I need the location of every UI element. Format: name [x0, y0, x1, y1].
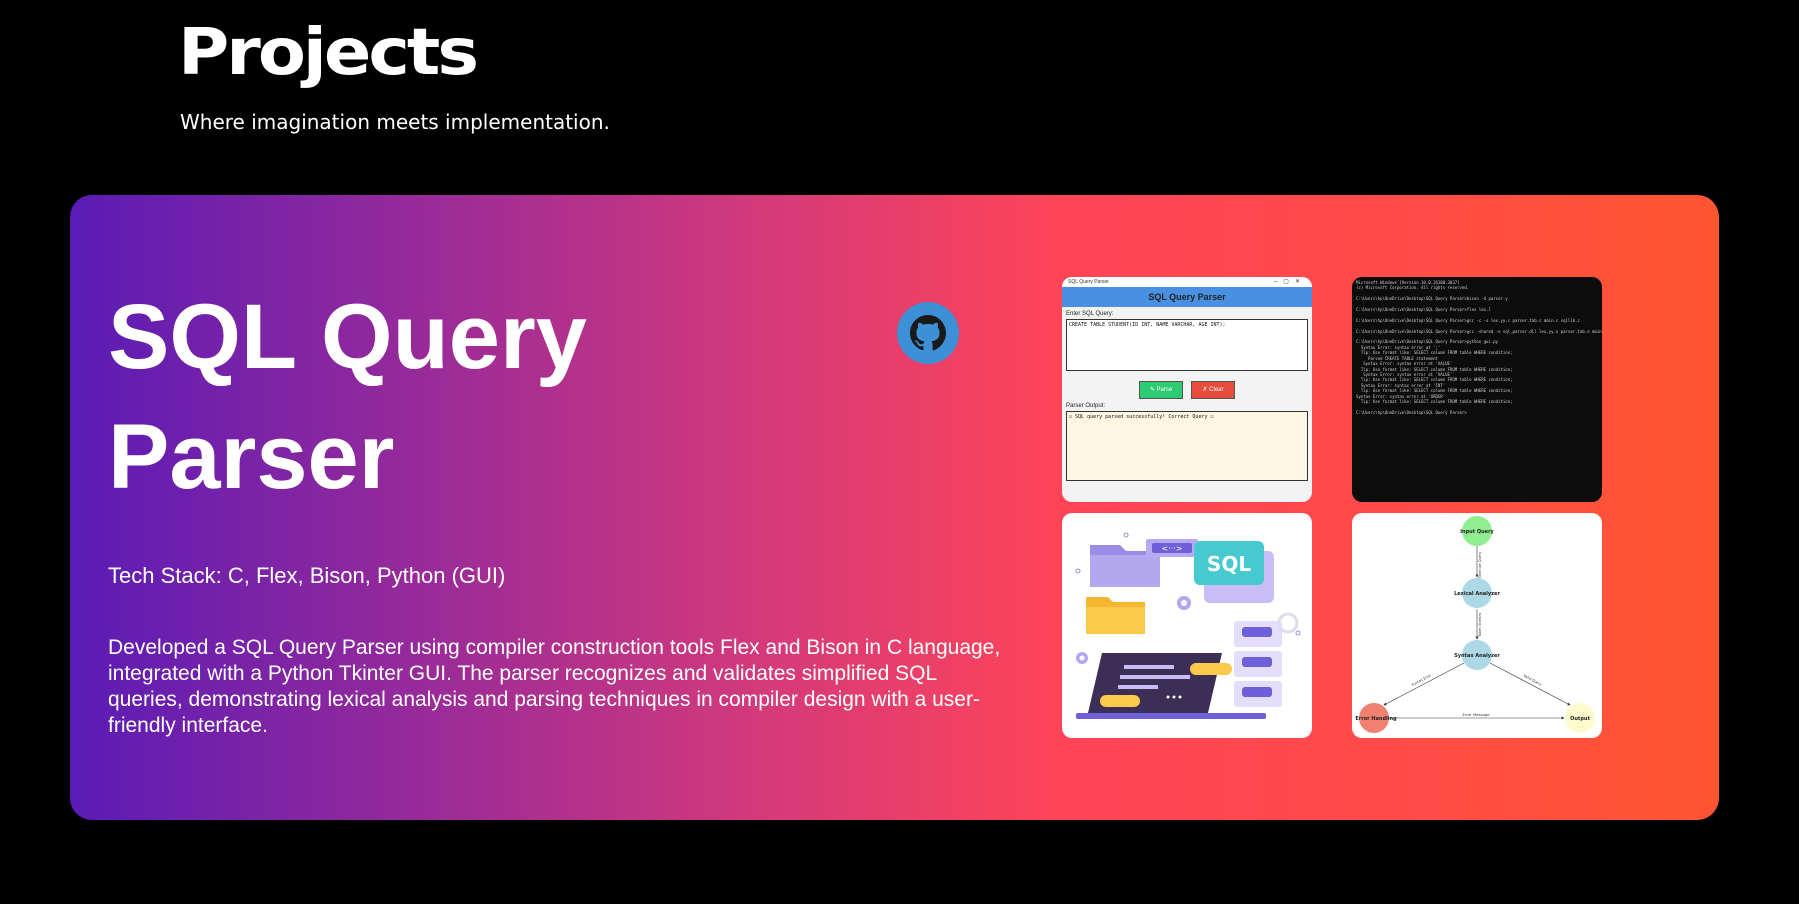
- decor-dot: [1178, 695, 1182, 699]
- server-panel: [1242, 657, 1272, 667]
- server-panel: [1242, 687, 1272, 697]
- node-label-output: Output: [1570, 716, 1590, 722]
- gear-icon-hole: [1181, 600, 1187, 606]
- gui-output-label: Parser Output:: [1066, 403, 1106, 409]
- progress-pill: [1100, 695, 1140, 707]
- gui-clear-button: ✗ Clear: [1191, 381, 1235, 399]
- gui-button-row: ✎ Parse ✗ Clear: [1062, 381, 1312, 399]
- gui-input-label: Enter SQL Query:: [1066, 311, 1114, 317]
- flow-diagram: Tokenize Query Token Stream Syntax Error…: [1355, 516, 1595, 733]
- flow-diagram-thumbnail[interactable]: Tokenize Query Token Stream Syntax Error…: [1352, 513, 1602, 738]
- edge-label-error-message: Error Message: [1462, 712, 1490, 717]
- code-line: [1124, 665, 1174, 669]
- project-description: Developed a SQL Query Parser using compi…: [108, 636, 1001, 737]
- edge-label-valid-query: Valid Query: [1523, 674, 1543, 687]
- gear-icon-hole: [1079, 655, 1085, 661]
- gui-parse-button: ✎ Parse: [1139, 381, 1183, 399]
- code-tag-text: <···>: [1161, 544, 1182, 553]
- folder-yellow-front: [1086, 607, 1145, 634]
- gui-query-input: CREATE TABLE STUDENT(ID INT, NAME VARCHA…: [1066, 319, 1308, 371]
- code-line: [1118, 685, 1158, 689]
- gui-window-title: SQL Query Parser: [1068, 279, 1109, 285]
- github-icon[interactable]: [896, 301, 960, 365]
- section-title: Projects: [178, 14, 479, 90]
- window-controls-icon: –▢✕: [1273, 279, 1306, 285]
- code-line: [1120, 675, 1190, 679]
- section-subtitle: Where imagination meets implementation.: [180, 110, 610, 134]
- decor-dot: [1166, 695, 1170, 699]
- progress-pill: [1190, 663, 1232, 675]
- decor-dot: [1172, 695, 1176, 699]
- project-card: SQL Query Parser Tech Stack: C, Flex, Bi…: [70, 195, 1719, 820]
- sql-illustration: <···> SQL: [1075, 532, 1301, 719]
- node-label-lexer: Lexical Analyzer: [1454, 591, 1500, 597]
- edge-label-tokens: Token Stream: [1478, 613, 1482, 638]
- gui-window-titlebar: SQL Query Parser –▢✕: [1062, 277, 1312, 287]
- node-label-input: Input Query: [1460, 529, 1494, 535]
- node-label-parser: Syntax Analyzer: [1454, 653, 1500, 659]
- project-title: SQL Query Parser: [108, 286, 587, 508]
- laptop-base: [1076, 713, 1266, 719]
- projects-page: Projects Where imagination meets impleme…: [0, 0, 1799, 904]
- terminal-output: Microsoft Windows [Version 10.0.26100.30…: [1356, 280, 1602, 415]
- terminal-screenshot-thumbnail[interactable]: Microsoft Windows [Version 10.0.26100.30…: [1352, 277, 1602, 502]
- decor-dot: [1295, 630, 1301, 636]
- node-label-error: Error Handling: [1355, 716, 1397, 722]
- folder-front: [1090, 555, 1160, 587]
- edge-valid-query: [1489, 662, 1571, 706]
- gui-screenshot-thumbnail[interactable]: SQL Query Parser –▢✕ SQL Query Parser En…: [1062, 277, 1312, 502]
- gui-output-box: ☑ SQL query parsed successfully! Correct…: [1066, 411, 1308, 481]
- server-panel: [1242, 627, 1272, 637]
- edge-syntax-error: [1383, 662, 1465, 706]
- decor-dot: [1123, 532, 1129, 538]
- gui-header: SQL Query Parser: [1062, 287, 1312, 307]
- decor-dot: [1075, 568, 1081, 574]
- sql-badge-text: SQL: [1207, 552, 1251, 576]
- edge-label-tokenize: Tokenize Query: [1478, 552, 1482, 580]
- sql-illustration-thumbnail[interactable]: <···> SQL: [1062, 513, 1312, 738]
- tech-stack: Tech Stack: C, Flex, Bison, Python (GUI): [108, 563, 506, 588]
